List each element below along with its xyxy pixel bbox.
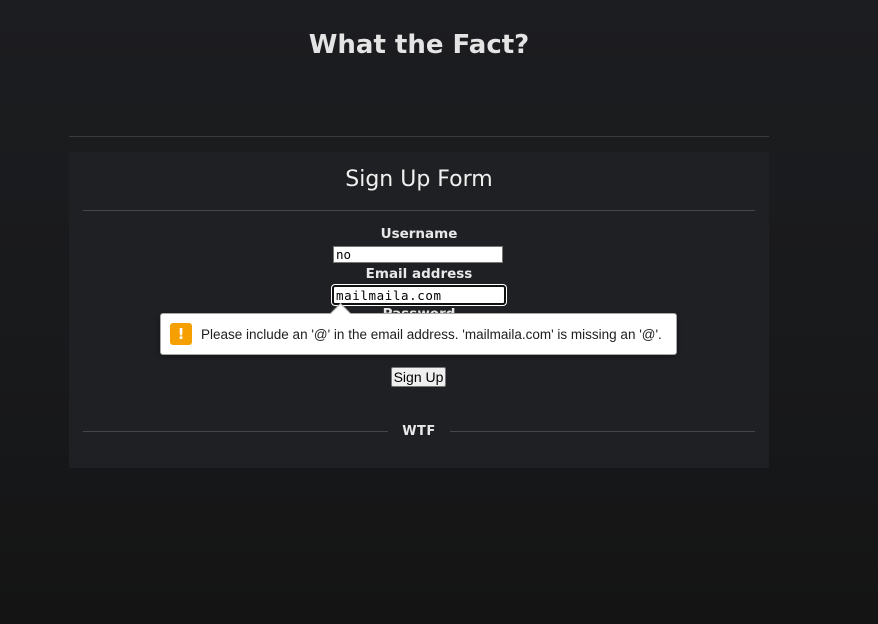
email-validation-tooltip: ! Please include an '@' in the email add… [160, 302, 677, 355]
header-divider [69, 136, 769, 137]
form-title: Sign Up Form [345, 167, 493, 192]
footer-text: WTF [402, 424, 436, 439]
username-field[interactable] [333, 246, 503, 263]
form-title-divider [83, 210, 755, 211]
footer-divider-right [450, 431, 755, 432]
signup-card: Sign Up Form Username Email address Pass… [69, 152, 769, 468]
site-title: What the Fact? [308, 30, 530, 60]
footer-divider-left [83, 431, 388, 432]
sign-up-button[interactable]: Sign Up [391, 367, 446, 387]
email-field[interactable] [332, 285, 506, 305]
validation-message: Please include an '@' in the email addre… [201, 327, 662, 342]
warning-icon: ! [170, 323, 192, 345]
username-label: Username [380, 226, 458, 242]
email-label: Email address [365, 266, 473, 282]
